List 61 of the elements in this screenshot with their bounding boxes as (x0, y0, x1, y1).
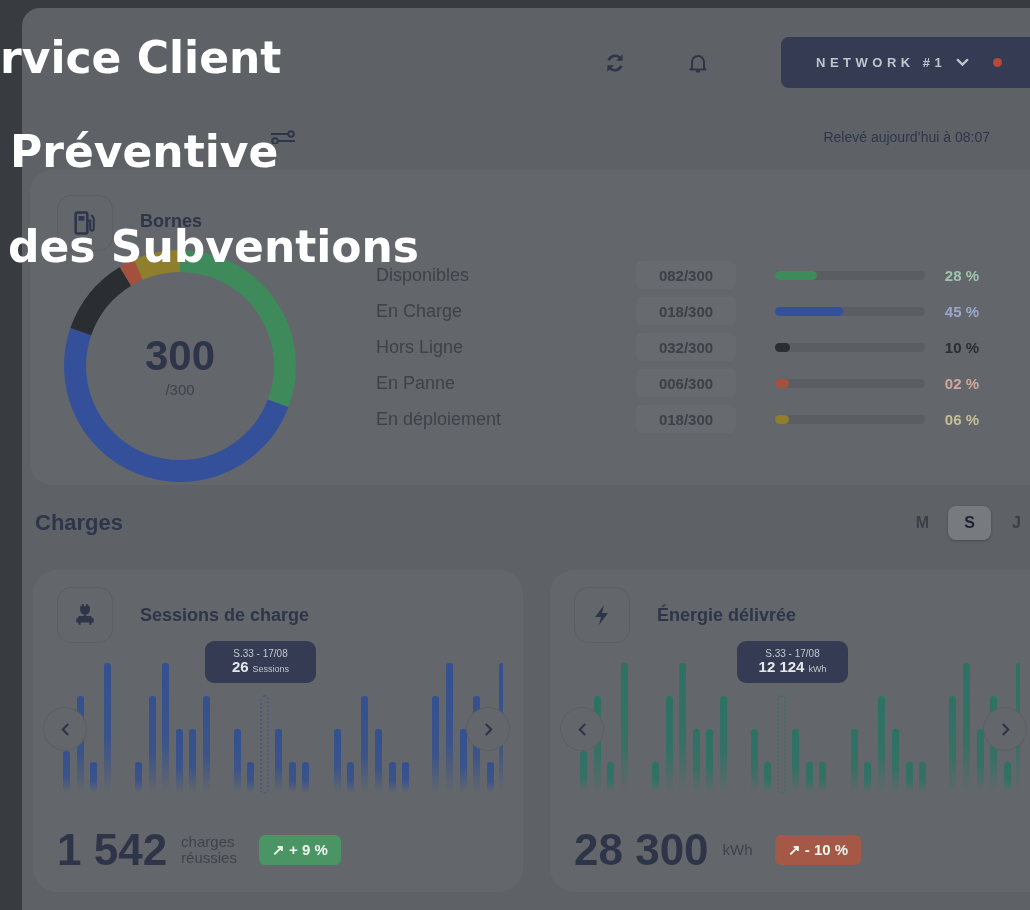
chart-bar (851, 729, 858, 793)
menu-item[interactable]: rvice Client (0, 40, 282, 76)
chart-bar (792, 729, 799, 793)
chevron-left-icon (577, 722, 587, 736)
chart-bar (135, 762, 142, 793)
chart-bar (289, 762, 296, 793)
chart-bar (864, 762, 871, 793)
chart-bar (751, 729, 758, 793)
chart-bar (389, 762, 396, 793)
status-percent: 45 % (943, 302, 979, 320)
chevron-left-icon (60, 722, 70, 736)
next-button[interactable] (983, 707, 1027, 751)
chart-bar (580, 751, 587, 793)
previous-button[interactable] (560, 707, 604, 751)
chart-bar (247, 762, 254, 793)
tooltip-value: 26 (231, 659, 249, 676)
chart-bar (375, 729, 382, 793)
chart-bar (764, 762, 771, 793)
chart-bar (460, 729, 467, 793)
chart-bar (90, 762, 97, 793)
chart-bar (919, 762, 926, 793)
chart-bar (607, 762, 614, 793)
status-percent: 06 % (943, 410, 979, 428)
chevron-right-icon (1000, 722, 1010, 736)
chart-bar (706, 729, 713, 793)
network-dropdown[interactable]: NETWORK #1 (781, 37, 1030, 88)
trend-badge: ↗ - 10 % (774, 835, 862, 865)
chart-bar (302, 762, 309, 793)
previous-button[interactable] (43, 707, 87, 751)
tooltip-date: S.33 - 17/08 (765, 648, 820, 660)
chart-bar (275, 729, 282, 793)
chart-bar (906, 762, 913, 793)
chart-bar (819, 762, 826, 793)
chevron-down-icon (956, 58, 970, 67)
status-dot (993, 58, 1003, 67)
menu-item[interactable]: des Subventions (8, 229, 420, 265)
next-button[interactable] (466, 707, 510, 751)
chart-bar (234, 729, 241, 793)
chart-bar (693, 729, 700, 793)
chart-bar (402, 762, 409, 793)
tooltip-date: S.33 - 17/08 (233, 648, 288, 660)
tooltip-value: 12 124 (758, 659, 805, 676)
chart-bar (334, 729, 341, 793)
trend-badge: ↗ + 9 % (258, 835, 341, 865)
chart-bar (63, 751, 70, 793)
chevron-right-icon (483, 722, 493, 736)
chart-bar (347, 762, 354, 793)
chart-bar (1004, 762, 1011, 793)
chart-bar (806, 762, 813, 793)
chart-bar (652, 762, 659, 793)
chart-bar (977, 729, 984, 793)
period-tab[interactable]: S (948, 506, 991, 540)
tooltip-unit: kWh (808, 664, 827, 675)
status-percent: 02 % (943, 374, 979, 392)
chart-bar (189, 729, 196, 793)
tooltip-unit: Sessions (252, 664, 290, 675)
chart-bar (892, 729, 899, 793)
chart-bar (487, 762, 494, 793)
status-percent: 28 % (943, 266, 979, 284)
status-percent: 10 % (943, 338, 979, 356)
chart-bar (176, 729, 183, 793)
